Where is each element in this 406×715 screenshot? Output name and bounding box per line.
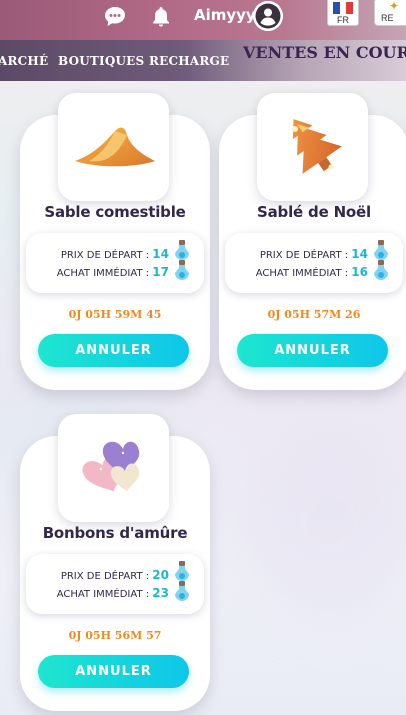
item-name: Sable comestible — [44, 203, 186, 221]
price-box: PRIX DE DÉPART : 14 ACHAT IMMÉDIAT : 17 — [26, 233, 204, 293]
chat-icon[interactable] — [102, 4, 128, 30]
price-box: PRIX DE DÉPART : 20 ACHAT IMMÉDIAT : 23 — [26, 554, 204, 614]
time-remaining: 0J 05H 56M 57 — [68, 629, 162, 642]
france-flag-icon — [333, 2, 354, 14]
price-box: PRIX DE DÉPART : 14 ACHAT IMMÉDIAT : 16 — [225, 233, 403, 293]
recharge-button[interactable]: ✦ RE — [374, 0, 406, 26]
start-price-value: 14 — [152, 247, 169, 261]
potion-icon — [374, 260, 388, 280]
currency-icon: ✦ — [389, 0, 400, 13]
buy-now-row: ACHAT IMMÉDIAT : 17 — [57, 265, 169, 279]
christmas-tree-cookie-icon — [257, 93, 368, 201]
potion-icon — [374, 240, 388, 260]
sand-pile-icon — [58, 93, 169, 201]
start-price-value: 20 — [152, 568, 169, 582]
potion-icon — [175, 561, 189, 581]
bell-icon[interactable] — [148, 4, 174, 30]
start-price-label: PRIX DE DÉPART : — [60, 571, 150, 582]
cancel-button[interactable]: ANNULER — [38, 334, 189, 367]
buy-now-value: 17 — [152, 265, 169, 279]
buy-now-label: ACHAT IMMÉDIAT : — [255, 268, 349, 279]
buy-now-row: ACHAT IMMÉDIAT : 16 — [256, 265, 368, 279]
nav-item-recharge[interactable]: RECHARGE — [149, 54, 229, 68]
user-icon[interactable] — [253, 1, 283, 31]
nav-item-boutiques[interactable]: BOUTIQUES — [58, 54, 144, 68]
start-price-label: PRIX DE DÉPART : — [60, 250, 150, 261]
potion-icon — [175, 260, 189, 280]
section-title: VENTES EN COURS — [243, 43, 406, 62]
potion-icon — [175, 581, 189, 601]
item-name: Sablé de Noël — [257, 203, 371, 221]
username[interactable]: Aimyyy — [194, 6, 256, 24]
nav-bar: ARCHÉ BOUTIQUES RECHARGE VENTES EN COURS — [0, 40, 406, 81]
recharge-label: RE — [381, 13, 394, 23]
item-name: Bonbons d'amûre — [42, 524, 188, 542]
cancel-button[interactable]: ANNULER — [38, 655, 189, 688]
heart-candies-icon — [58, 414, 169, 522]
language-code: FR — [337, 15, 349, 25]
potion-icon — [175, 240, 189, 260]
start-price-value: 14 — [351, 247, 368, 261]
time-remaining: 0J 05H 59M 45 — [68, 308, 162, 321]
language-selector[interactable]: FR — [327, 0, 359, 26]
nav-item-marche[interactable]: ARCHÉ — [0, 54, 48, 68]
time-remaining: 0J 05H 57M 26 — [267, 308, 361, 321]
buy-now-label: ACHAT IMMÉDIAT : — [56, 589, 150, 600]
buy-now-label: ACHAT IMMÉDIAT : — [56, 268, 150, 279]
start-price-label: PRIX DE DÉPART : — [259, 250, 349, 261]
top-bar: Aimyyy FR ✦ RE — [0, 0, 406, 40]
listing-card: Sablé de Noël PRIX DE DÉPART : 14 ACHAT … — [219, 93, 406, 390]
listing-card: Sable comestible PRIX DE DÉPART : 14 ACH… — [20, 93, 210, 390]
buy-now-value: 16 — [351, 265, 368, 279]
start-price-row: PRIX DE DÉPART : 14 — [61, 247, 169, 261]
buy-now-value: 23 — [152, 586, 169, 600]
listing-card: Bonbons d'amûre PRIX DE DÉPART : 20 ACHA… — [20, 414, 210, 711]
start-price-row: PRIX DE DÉPART : 20 — [61, 568, 169, 582]
cancel-button[interactable]: ANNULER — [237, 334, 388, 367]
buy-now-row: ACHAT IMMÉDIAT : 23 — [57, 586, 169, 600]
start-price-row: PRIX DE DÉPART : 14 — [260, 247, 368, 261]
